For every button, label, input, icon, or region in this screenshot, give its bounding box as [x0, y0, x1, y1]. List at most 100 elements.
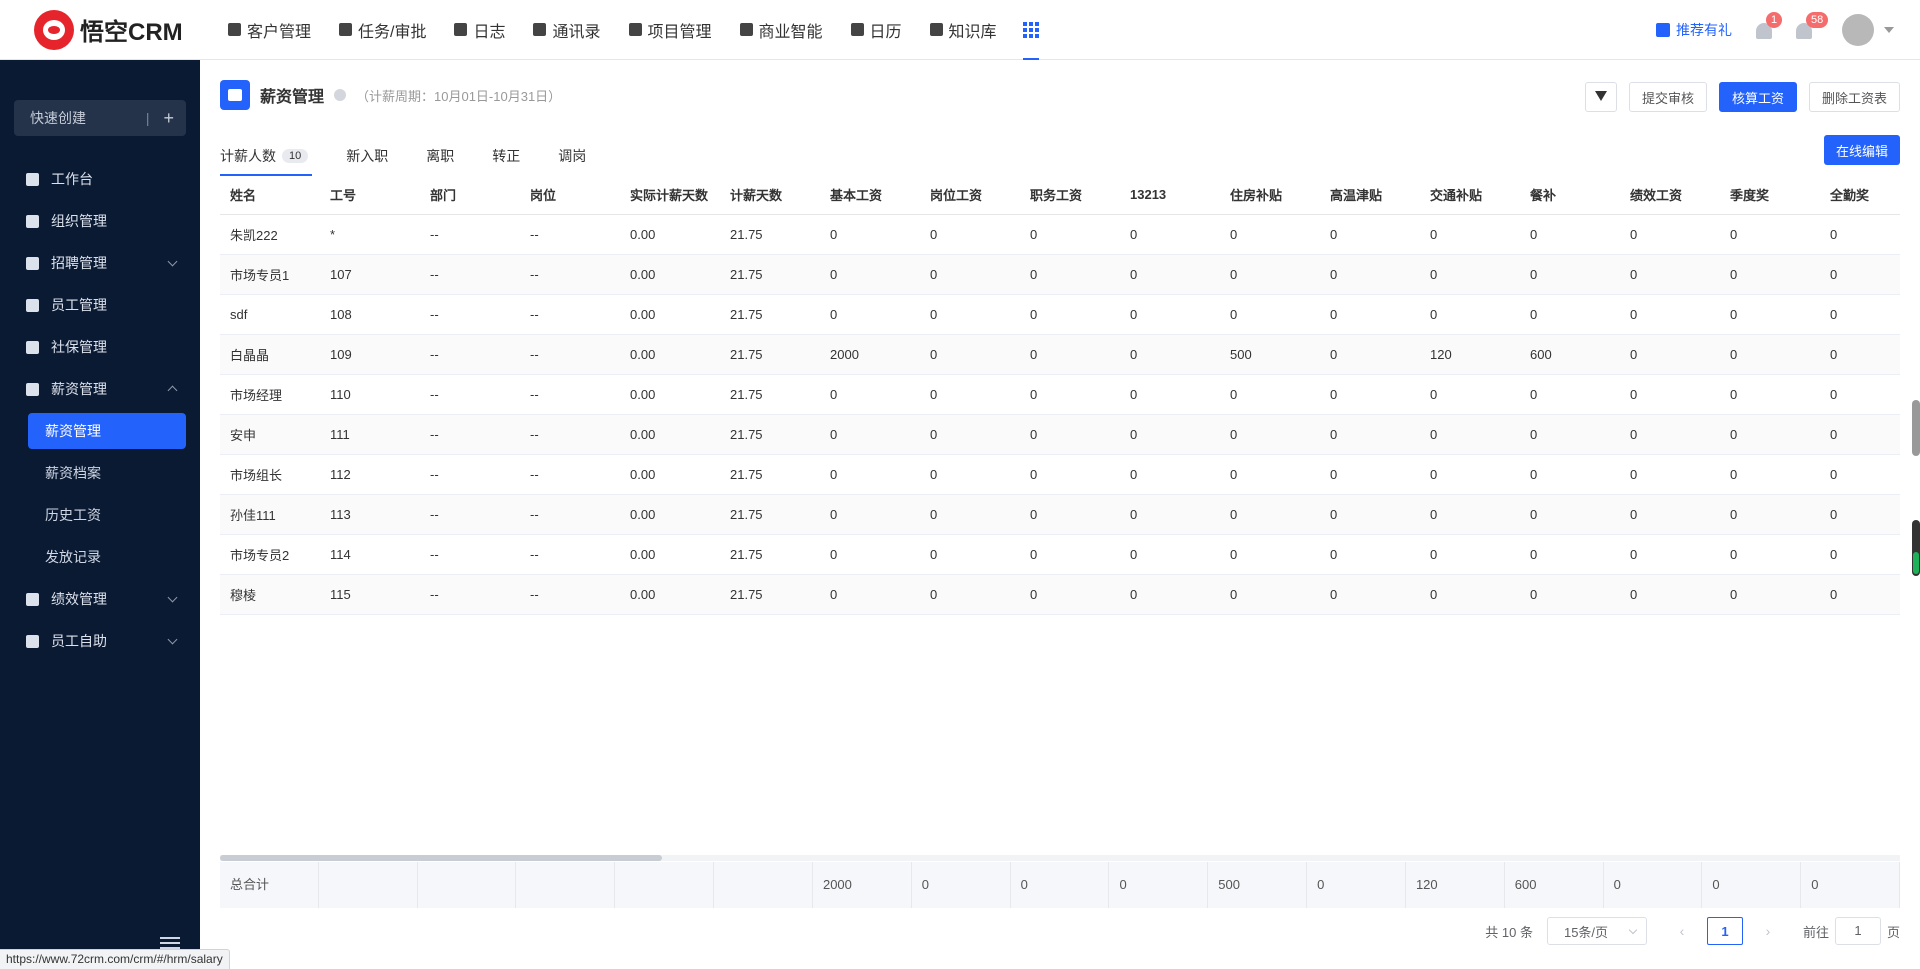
nav-project[interactable]: 项目管理: [615, 0, 726, 60]
table-cell: 0: [1820, 454, 1900, 495]
sidebar-sub-salary-manage[interactable]: 薪资管理: [28, 413, 186, 449]
table-cell: 0: [1520, 214, 1620, 255]
page-size-select[interactable]: 15条/页: [1546, 917, 1647, 945]
announcement-button[interactable]: 1: [1756, 12, 1783, 40]
table-cell: 0: [1420, 294, 1520, 335]
sidebar-item-workbench[interactable]: 工作台: [0, 158, 200, 200]
table-row[interactable]: 朱凯222 * -- -- 0.00 21.75 0 0 0 0 0 0 0 0 0 0 0: [220, 214, 1900, 255]
total-cell: [516, 862, 616, 908]
table-cell: 0: [1820, 494, 1900, 535]
horizontal-scrollbar[interactable]: [220, 855, 1900, 861]
sidebar-sub-salary-archive[interactable]: 薪资档案: [0, 452, 200, 494]
next-page-icon[interactable]: ›: [1753, 923, 1783, 939]
table-cell: 0: [1220, 294, 1320, 335]
table-row[interactable]: sdf 108 -- -- 0.00 21.75 0 0 0 0 0 0 0 0 0 0 0: [220, 294, 1900, 335]
table-cell: 0: [1620, 574, 1720, 615]
briefcase-icon: [26, 256, 39, 270]
notification-button[interactable]: 58: [1796, 12, 1829, 40]
logo[interactable]: 悟空CRM: [0, 9, 200, 50]
table-cell: 21.75: [720, 454, 820, 495]
table-cell: 0: [1220, 534, 1320, 575]
table-row[interactable]: 孙佳111 113 -- -- 0.00 21.75 0 0 0 0 0 0 0 0 0 0 0: [220, 494, 1900, 535]
prev-page-icon[interactable]: ‹: [1667, 923, 1697, 939]
table-cell: 0: [1520, 294, 1620, 335]
recommend-gift-link[interactable]: 推荐有礼: [1656, 20, 1732, 40]
table-row[interactable]: 白晶晶 109 -- -- 0.00 21.75 2000 0 0 0 500 0 120 600 0 0 0: [220, 334, 1900, 375]
table-cell: 0: [920, 334, 1020, 375]
nav-contacts[interactable]: 通讯录: [519, 0, 614, 60]
table-cell: 朱凯222: [220, 214, 320, 255]
org-icon: [26, 214, 39, 228]
table-cell: 0: [820, 294, 920, 335]
tab-transfers[interactable]: 调岗: [558, 146, 586, 176]
table-cell: 0.00: [620, 334, 720, 375]
sidebar-sub-payout-records[interactable]: 发放记录: [0, 536, 200, 578]
column-header: 岗位工资: [920, 176, 1020, 215]
delete-salary-sheet-button[interactable]: 删除工资表: [1808, 82, 1900, 112]
sidebar-item-self-service[interactable]: 员工自助: [0, 620, 200, 662]
submit-review-button[interactable]: 提交审核: [1628, 82, 1707, 112]
table-cell: 0.00: [620, 254, 720, 295]
table-cell: --: [520, 214, 620, 255]
sidebar-sub-salary-history[interactable]: 历史工资: [0, 494, 200, 536]
filter-button[interactable]: [1584, 82, 1617, 112]
table-cell: 0: [1120, 214, 1220, 255]
total-count: 共 10 条: [1485, 924, 1533, 940]
table-cell: 0: [920, 494, 1020, 535]
sidebar-item-organization[interactable]: 组织管理: [0, 200, 200, 242]
table-row[interactable]: 市场经理 110 -- -- 0.00 21.75 0 0 0 0 0 0 0 0 0 0 0: [220, 374, 1900, 415]
table-cell: --: [420, 294, 520, 335]
totals-row: 总合计 2000 0 0 0 500 0 120 600 0 0 0: [220, 862, 1901, 908]
table-row[interactable]: 安申 111 -- -- 0.00 21.75 0 0 0 0 0 0 0 0 0 0 0: [220, 414, 1900, 455]
nav-customer[interactable]: 客户管理: [214, 0, 325, 60]
apps-grid-button[interactable]: [1011, 0, 1051, 60]
tab-resigned[interactable]: 离职: [426, 146, 454, 176]
user-avatar[interactable]: [1842, 14, 1874, 46]
side-widget-handle[interactable]: [1912, 520, 1920, 576]
table-cell: 0: [1120, 454, 1220, 495]
side-scroll-handle[interactable]: [1912, 400, 1920, 456]
sidebar-item-social-security[interactable]: 社保管理: [0, 326, 200, 368]
table-cell: 110: [320, 374, 420, 415]
calculate-salary-button[interactable]: 核算工资: [1718, 82, 1797, 112]
scrollbar-thumb[interactable]: [220, 855, 662, 861]
quick-create-button[interactable]: 快速创建 | +: [14, 100, 186, 136]
table-row[interactable]: 市场组长 112 -- -- 0.00 21.75 0 0 0 0 0 0 0 0 0 0 0: [220, 454, 1900, 495]
nav-log[interactable]: 日志: [440, 0, 519, 60]
table-row[interactable]: 市场专员2 114 -- -- 0.00 21.75 0 0 0 0 0 0 0 0 0 0 0: [220, 534, 1900, 575]
table-cell: 0: [920, 254, 1020, 295]
table-cell: 21.75: [720, 334, 820, 375]
table-cell: 白晶晶: [220, 334, 320, 375]
edit-online-button[interactable]: 在线编辑: [1823, 135, 1900, 165]
table-cell: 0: [1720, 294, 1820, 335]
page-number-current[interactable]: 1: [1706, 917, 1743, 945]
sidebar-item-performance[interactable]: 绩效管理: [0, 578, 200, 620]
nav-task-approval[interactable]: 任务/审批: [325, 0, 440, 60]
chevron-down-icon[interactable]: [1884, 27, 1894, 33]
tab-new-hires[interactable]: 新入职: [346, 146, 388, 176]
column-header: 工号: [320, 176, 420, 215]
brand-name: 悟空CRM: [80, 19, 183, 46]
table-cell: --: [420, 214, 520, 255]
sidebar-item-employees[interactable]: 员工管理: [0, 284, 200, 326]
sidebar-item-salary[interactable]: 薪资管理: [0, 368, 200, 410]
column-header: 职务工资: [1020, 176, 1120, 215]
table-row[interactable]: 穆棱 115 -- -- 0.00 21.75 0 0 0 0 0 0 0 0 0 0 0: [220, 574, 1900, 615]
nav-bi[interactable]: 商业智能: [726, 0, 837, 60]
table-row[interactable]: 市场专员1 107 -- -- 0.00 21.75 0 0 0 0 0 0 0 0 0 0 0: [220, 254, 1900, 295]
nav-calendar[interactable]: 日历: [837, 0, 916, 60]
table-cell: 0: [820, 574, 920, 615]
table-cell: 0: [1820, 334, 1900, 375]
nav-knowledge[interactable]: 知识库: [916, 0, 1011, 60]
column-header: 实际计薪天数: [620, 176, 720, 215]
table-cell: 112: [320, 454, 420, 495]
table-cell: 0.00: [620, 374, 720, 415]
sidebar-item-recruitment[interactable]: 招聘管理: [0, 242, 200, 284]
table-cell: 0: [1020, 574, 1120, 615]
tab-payroll-count[interactable]: 计薪人数 10: [220, 146, 313, 176]
table-cell: 0: [1120, 254, 1220, 295]
table-cell: 21.75: [720, 214, 820, 255]
goto-page-input[interactable]: 1: [1834, 917, 1881, 945]
tab-regularized[interactable]: 转正: [492, 146, 520, 176]
log-icon: [454, 23, 468, 36]
